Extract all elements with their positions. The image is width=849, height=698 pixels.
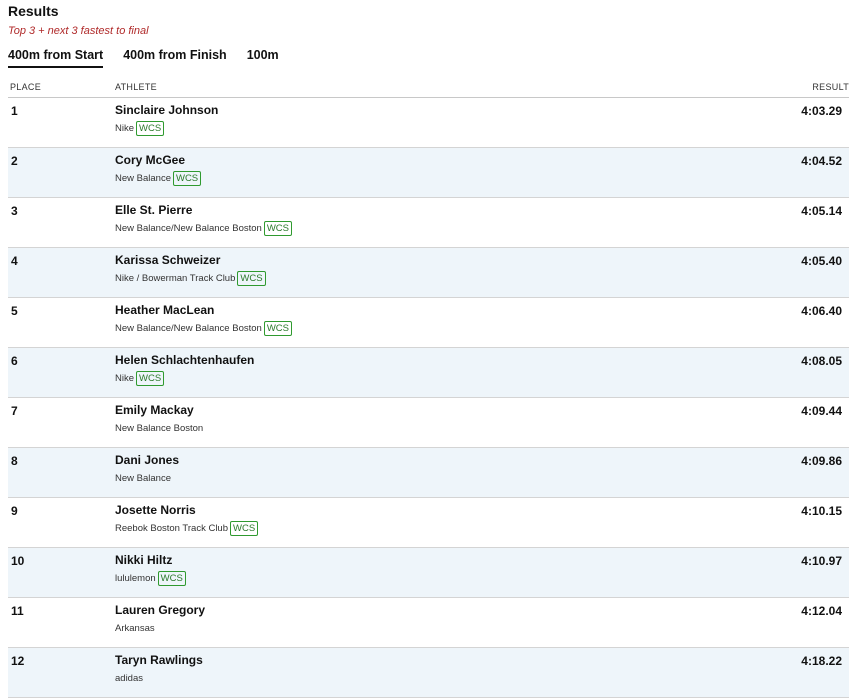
athlete-team-line: adidas: [115, 670, 143, 687]
wcs-badge: WCS: [230, 521, 259, 536]
place-cell: 12: [11, 654, 25, 668]
wcs-badge: WCS: [263, 321, 292, 336]
table-header: PLACE ATHLETE RESULT: [8, 80, 849, 98]
athlete-team: New Balance: [115, 473, 171, 484]
athlete-name[interactable]: Heather MacLean: [115, 303, 214, 317]
table-row[interactable]: 6 Helen Schlachtenhaufen Nike WCS 4:08.05: [8, 348, 849, 398]
place-cell: 6: [11, 354, 18, 368]
athlete-team: Reebok Boston Track Club: [115, 523, 229, 534]
athlete-team-line: New Balance: [115, 470, 171, 487]
result-time: 4:04.52: [801, 154, 842, 168]
place-cell: 2: [11, 154, 18, 168]
athlete-team-line: Nike WCS: [115, 120, 165, 137]
athlete-name[interactable]: Cory McGee: [115, 153, 185, 167]
result-time: 4:10.15: [801, 504, 842, 518]
table-row[interactable]: 12 Taryn Rawlings adidas 4:18.22: [8, 648, 849, 698]
athlete-team-line: Arkansas: [115, 620, 155, 637]
table-row[interactable]: 7 Emily Mackay New Balance Boston 4:09.44: [8, 398, 849, 448]
athlete-team: New Balance/New Balance Boston: [115, 223, 262, 234]
athlete-team: New Balance: [115, 173, 171, 184]
page-title: Results: [8, 3, 59, 19]
place-cell: 3: [11, 204, 18, 218]
athlete-team-line: Nike WCS: [115, 370, 165, 387]
result-time: 4:06.40: [801, 304, 842, 318]
result-time: 4:05.14: [801, 204, 842, 218]
place-cell: 1: [11, 104, 18, 118]
wcs-badge: WCS: [157, 571, 186, 586]
athlete-team: Nike: [115, 123, 135, 134]
table-row[interactable]: 11 Lauren Gregory Arkansas 4:12.04: [8, 598, 849, 648]
athlete-name[interactable]: Helen Schlachtenhaufen: [115, 353, 254, 367]
tab-100m[interactable]: 100m: [247, 48, 279, 68]
result-time: 4:03.29: [801, 104, 842, 118]
athlete-name[interactable]: Taryn Rawlings: [115, 653, 203, 667]
table-body: 1 Sinclaire Johnson Nike WCS 4:03.29 2 Cory Mc…: [8, 98, 849, 698]
place-cell: 8: [11, 454, 18, 468]
athlete-team-line: Reebok Boston Track Club WCS: [115, 520, 259, 537]
place-cell: 4: [11, 254, 18, 268]
athlete-name[interactable]: Karissa Schweizer: [115, 253, 220, 267]
result-time: 4:12.04: [801, 604, 842, 618]
athlete-team-line: New Balance Boston: [115, 420, 203, 437]
athlete-team-line: New Balance/New Balance Boston WCS: [115, 220, 292, 237]
table-row[interactable]: 1 Sinclaire Johnson Nike WCS 4:03.29: [8, 98, 849, 148]
table-row[interactable]: 2 Cory McGee New Balance WCS 4:04.52: [8, 148, 849, 198]
result-time: 4:10.97: [801, 554, 842, 568]
athlete-team: Nike / Bowerman Track Club: [115, 273, 236, 284]
wcs-badge: WCS: [172, 171, 202, 186]
athlete-team-line: New Balance/New Balance Boston WCS: [115, 320, 292, 337]
result-time: 4:05.40: [801, 254, 842, 268]
wcs-badge: WCS: [136, 121, 165, 136]
place-cell: 7: [11, 404, 18, 418]
athlete-team-line: lululemon WCS: [115, 570, 186, 587]
athlete-name[interactable]: Dani Jones: [115, 453, 179, 467]
place-cell: 9: [11, 504, 18, 518]
athlete-name[interactable]: Josette Norris: [115, 503, 196, 517]
qualification-note: Top 3 + next 3 fastest to final: [8, 25, 149, 37]
table-row[interactable]: 5 Heather MacLean New Balance/New Balance …: [8, 298, 849, 348]
table-row[interactable]: 10 Nikki Hiltz lululemon WCS 4:10.97: [8, 548, 849, 598]
athlete-name[interactable]: Emily Mackay: [115, 403, 194, 417]
table-row[interactable]: 9 Josette Norris Reebok Boston Track Club W…: [8, 498, 849, 548]
athlete-team: adidas: [115, 673, 143, 684]
column-header-result[interactable]: RESULT: [812, 82, 849, 92]
place-cell: 11: [11, 604, 24, 618]
result-time: 4:09.86: [801, 454, 842, 468]
athlete-team: Arkansas: [115, 623, 155, 634]
place-cell: 10: [11, 554, 25, 568]
athlete-name[interactable]: Elle St. Pierre: [115, 203, 192, 217]
table-row[interactable]: 3 Elle St. Pierre New Balance/New Balance …: [8, 198, 849, 248]
athlete-team: lululemon: [115, 573, 156, 584]
athlete-name[interactable]: Sinclaire Johnson: [115, 103, 218, 117]
athlete-name[interactable]: Nikki Hiltz: [115, 553, 172, 567]
athlete-team: Nike: [115, 373, 135, 384]
athlete-team-line: New Balance WCS: [115, 170, 202, 187]
wcs-badge: WCS: [237, 271, 266, 286]
result-time: 4:08.05: [801, 354, 842, 368]
column-header-athlete[interactable]: ATHLETE: [115, 82, 157, 92]
athlete-name[interactable]: Lauren Gregory: [115, 603, 205, 617]
result-time: 4:09.44: [801, 404, 842, 418]
athlete-team-line: Nike / Bowerman Track Club WCS: [115, 270, 266, 287]
wcs-badge: WCS: [263, 221, 292, 236]
place-cell: 5: [11, 304, 18, 318]
split-tabs: 400m from Start 400m from Finish 100m: [8, 48, 299, 68]
tab-400m-from-finish[interactable]: 400m from Finish: [123, 48, 227, 68]
wcs-badge: WCS: [136, 371, 165, 386]
table-row[interactable]: 4 Karissa Schweizer Nike / Bowerman Track …: [8, 248, 849, 298]
results-table: PLACE ATHLETE RESULT 1 Sinclaire Johnson N…: [8, 80, 849, 698]
tab-400m-from-start[interactable]: 400m from Start: [8, 48, 104, 68]
athlete-team: New Balance/New Balance Boston: [115, 323, 262, 334]
athlete-team: New Balance Boston: [115, 423, 204, 434]
column-header-place[interactable]: PLACE: [10, 82, 41, 92]
table-row[interactable]: 8 Dani Jones New Balance 4:09.86: [8, 448, 849, 498]
result-time: 4:18.22: [801, 654, 842, 668]
